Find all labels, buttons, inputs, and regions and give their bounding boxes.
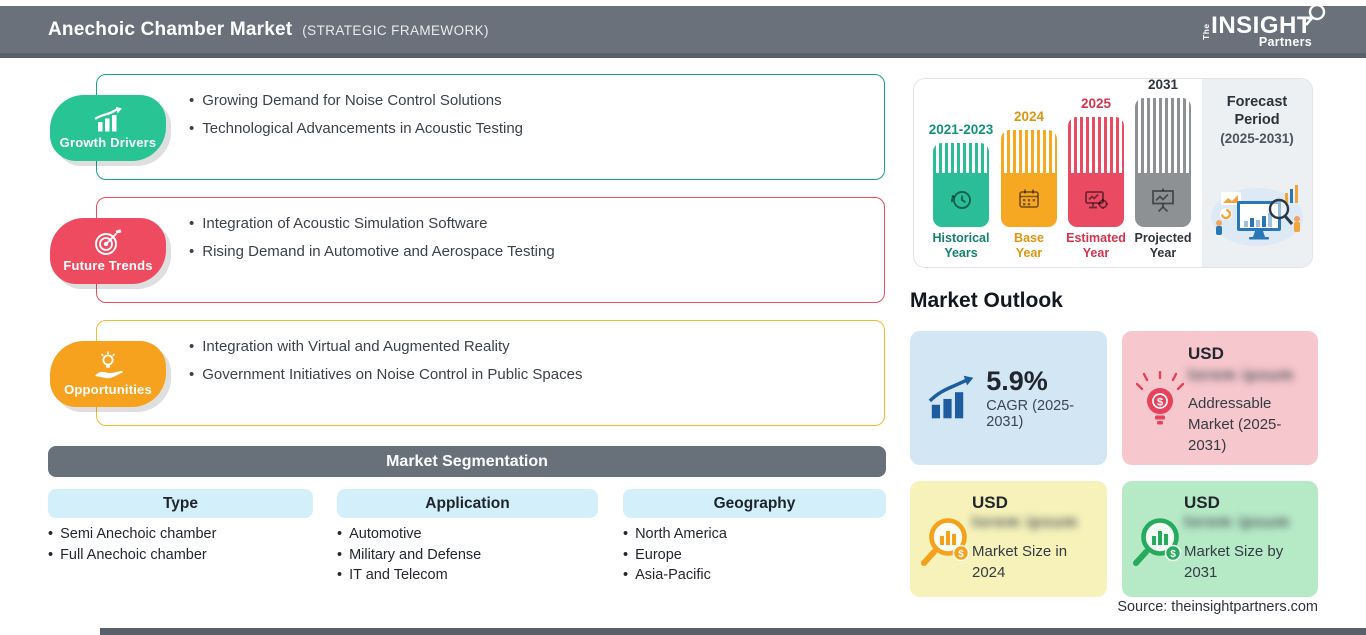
bar-body: [1135, 173, 1191, 227]
segmentation-title-bar: Market Segmentation: [48, 446, 886, 477]
magnifier-bars-orange-icon: $: [921, 518, 970, 566]
history-clock-icon: [951, 191, 971, 209]
future-trends-list: Integration of Acoustic Simulation Softw…: [189, 210, 884, 265]
forecast-period-panel: Forecast Period (2025-2031): [1202, 79, 1312, 267]
forecast-period-title: Forecast Period: [1226, 94, 1288, 128]
bar-body: [933, 173, 989, 227]
segmentation-list-geography: North America Europe Asia-Pacific: [623, 524, 886, 586]
growth-drivers-list: Growing Demand for Noise Control Solutio…: [189, 87, 884, 142]
cagr-label: CAGR (2025-2031): [986, 398, 1075, 430]
footer-strip: [100, 628, 1366, 635]
timeline-bar-estimated: [1068, 117, 1124, 227]
addressable-market-card: USD $ lorem ipsum Addressable Market (20…: [1122, 331, 1318, 465]
list-item: Military and Defense: [337, 545, 598, 566]
magnifier-bars-green-icon: $: [1133, 518, 1182, 566]
projector-screen-icon: [1152, 188, 1174, 213]
card-label: Addressable Market (2025-2031): [1188, 395, 1282, 454]
list-item: Asia-Pacific: [623, 565, 886, 586]
currency-label: USD: [1184, 493, 1220, 512]
timeline-bar-projected: [1135, 98, 1191, 227]
bulb-dollar-icon: $: [1135, 371, 1185, 425]
future-trends-box: Integration of Acoustic Simulation Softw…: [96, 197, 885, 303]
target-icon: [95, 229, 122, 255]
list-item: Integration with Virtual and Augmented R…: [189, 333, 884, 361]
card-label: Market Size in 2024: [972, 543, 1068, 581]
header-bar: Anechoic Chamber Market (STRATEGIC FRAME…: [0, 4, 1366, 58]
cagr-value: 5.9%: [986, 366, 1048, 396]
bar-body: [1068, 173, 1124, 227]
currency-label: USD: [972, 493, 1008, 512]
opportunities-badge: Opportunities: [50, 341, 166, 407]
blurred-value: lorem ipsum: [972, 514, 1079, 531]
badge-label: Future Trends: [63, 258, 153, 273]
svg-text:$: $: [1170, 549, 1176, 560]
calendar-icon: [1019, 189, 1039, 208]
logo-insight: INSIGHT: [1211, 4, 1326, 39]
page-title: Anechoic Chamber Market: [48, 18, 293, 40]
page-subtitle: (STRATEGIC FRAMEWORK): [302, 22, 489, 38]
forecast-period-range: (2025-2031): [1220, 131, 1294, 146]
bar-stripes: [1001, 130, 1057, 173]
bar-stripes: [1068, 117, 1124, 173]
growth-drivers-box: Growing Demand for Noise Control Solutio…: [96, 74, 885, 180]
segmentation-header-type: Type: [48, 489, 313, 518]
timeline-bar-historical: [933, 143, 989, 227]
badge-label: Opportunities: [64, 382, 152, 397]
svg-text:$: $: [958, 549, 964, 560]
bulb-hand-icon: [95, 351, 123, 379]
list-item: IT and Telecom: [337, 565, 598, 586]
logo-the: The: [1201, 23, 1212, 40]
cagr-text-group: 5.9% CAGR (2025-2031): [986, 366, 1107, 430]
segmentation-list-type: Semi Anechoic chamber Full Anechoic cham…: [48, 524, 313, 565]
timeline-panel: Forecast Period (2025-2031) 2021-2023 20…: [913, 77, 1313, 268]
market-outlook-title: Market Outlook: [910, 289, 1063, 312]
list-item: Integration of Acoustic Simulation Softw…: [189, 210, 884, 238]
list-item: Technological Advancements in Acoustic T…: [189, 115, 884, 143]
blurred-value: lorem ipsum: [1188, 367, 1295, 384]
badge-label: Growth Drivers: [59, 134, 157, 150]
list-item: Rising Demand in Automotive and Aerospac…: [189, 238, 884, 266]
list-item: Full Anechoic chamber: [48, 545, 313, 566]
page-title-group: Anechoic Chamber Market (STRATEGIC FRAME…: [48, 19, 489, 41]
timeline-year-projected: 2031: [1147, 77, 1179, 92]
list-item: Semi Anechoic chamber: [48, 524, 313, 545]
cagr-card: 5.9% CAGR (2025-2031): [910, 331, 1107, 465]
bar-stripes: [1135, 98, 1191, 173]
estimate-monitor-icon: [1085, 191, 1108, 209]
timeline-year-historical: 2021-2023: [928, 122, 994, 137]
market-size-2031-card: USD $ lorem ipsum Market Size by 2031: [1122, 481, 1318, 597]
list-item: Growing Demand for Noise Control Solutio…: [189, 87, 884, 115]
list-item: Europe: [623, 545, 886, 566]
cagr-chart-icon: [928, 375, 974, 419]
growth-drivers-badge: Growth Drivers: [50, 95, 166, 161]
segmentation-list-application: Automotive Military and Defense IT and T…: [337, 524, 598, 586]
list-item: Automotive: [337, 524, 598, 545]
svg-text:$: $: [1157, 396, 1163, 408]
market-size-2024-card: USD $ lorem ipsum Market Size in 2024: [910, 481, 1107, 597]
list-item: North America: [623, 524, 886, 545]
timeline-year-estimated: 2025: [1080, 96, 1112, 111]
timeline-bar-base: [1001, 130, 1057, 227]
insight-partners-logo: The INSIGHT Partners: [1201, 4, 1326, 49]
card-label: Market Size by 2031: [1184, 543, 1284, 581]
list-item: Government Initiatives on Noise Control …: [189, 361, 884, 389]
timeline-year-base: 2024: [1013, 109, 1045, 124]
future-trends-badge: Future Trends: [50, 218, 166, 284]
currency-label: USD: [1188, 344, 1224, 363]
magnifier-icon: [1305, 4, 1326, 26]
growth-bars-icon: [94, 106, 122, 131]
segmentation-header-application: Application: [337, 489, 598, 518]
segmentation-header-geography: Geography: [623, 489, 886, 518]
source-text: Source: theinsightpartners.com: [1117, 599, 1318, 615]
bar-stripes: [933, 143, 989, 173]
blurred-value: lorem ipsum: [1184, 514, 1291, 531]
forecast-illustration: [1211, 185, 1303, 246]
bar-body: [1001, 173, 1057, 227]
opportunities-list: Integration with Virtual and Augmented R…: [189, 333, 884, 388]
timeline-caption-projected: Projected Year: [1134, 231, 1192, 260]
opportunities-box: Integration with Virtual and Augmented R…: [96, 320, 885, 426]
